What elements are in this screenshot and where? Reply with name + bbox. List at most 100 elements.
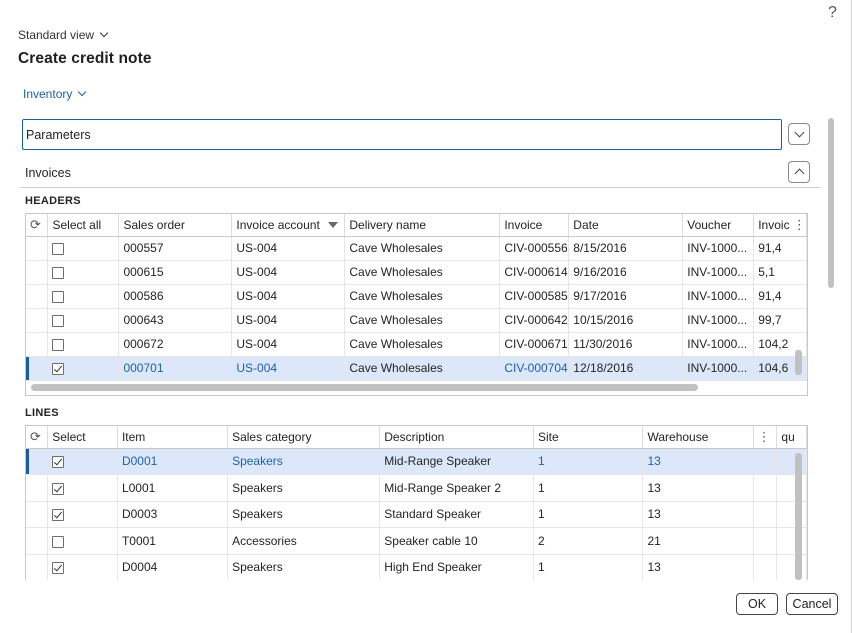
row-checkbox[interactable] [52, 535, 65, 548]
inventory-menu-button[interactable]: Inventory [23, 87, 87, 101]
panel-edge [851, 0, 852, 633]
column-header-select[interactable]: Select [47, 426, 118, 449]
cell-item: D0003 [117, 501, 229, 528]
row-checkbox[interactable] [52, 266, 65, 279]
cell-date: 8/15/2016 [568, 236, 684, 261]
row-checkbox[interactable] [52, 456, 65, 469]
cell-item: L0001 [117, 474, 229, 502]
row-checkbox[interactable] [52, 562, 65, 575]
ok-button[interactable]: OK [736, 593, 778, 615]
cell-warehouse: 13 [642, 501, 754, 528]
cell-warehouse: 13 [642, 554, 754, 580]
column-header-sales-category[interactable]: Sales category [227, 426, 381, 449]
column-header-invoice[interactable]: Invoice [499, 214, 570, 237]
chevron-down-icon [99, 28, 109, 38]
column-header-delivery-name[interactable]: Delivery name [344, 214, 501, 237]
column-header-date[interactable]: Date [568, 214, 684, 237]
more-options-icon[interactable]: ⋮ [793, 217, 806, 232]
cell-sales-order: 000557 [118, 236, 233, 261]
cell-invoice-account[interactable]: US-004 [231, 356, 346, 381]
column-header-warehouse[interactable]: Warehouse [642, 426, 754, 449]
row-checkbox[interactable] [52, 314, 65, 327]
cell-amount: 91,4 [753, 284, 807, 309]
cell-invoice[interactable]: CIV-000704 [499, 356, 570, 381]
cell-date: 9/17/2016 [568, 284, 684, 309]
invoices-collapse-button[interactable] [788, 161, 810, 183]
cell-voucher: INV-1000... [682, 260, 755, 285]
cell-invoice: CIV-000642 [499, 308, 570, 333]
table-row[interactable]: 000643 US-004 Cave Wholesales CIV-000642… [26, 308, 807, 333]
cell-invoice-account: US-004 [231, 332, 346, 357]
lines-vertical-scrollbar[interactable] [795, 453, 802, 580]
cell-site: 1 [533, 554, 644, 580]
table-row[interactable]: 000672 US-004 Cave Wholesales CIV-000671… [26, 332, 807, 357]
table-row[interactable]: D0003 Speakers Standard Speaker 1 13 [26, 501, 807, 528]
column-header-site[interactable]: Site [533, 426, 644, 449]
column-header-description[interactable]: Description [379, 426, 534, 449]
row-checkbox[interactable] [52, 338, 65, 351]
refresh-icon[interactable]: ⟳ [26, 426, 49, 449]
row-checkbox[interactable] [52, 242, 65, 255]
invoices-section-header[interactable]: Invoices [25, 166, 71, 180]
headers-grid: ⟳ Select all Sales order Invoice account… [25, 213, 808, 396]
cell-sales-category: Speakers [227, 474, 381, 502]
page-vertical-scrollbar[interactable] [828, 118, 834, 288]
cell-description: Standard Speaker [379, 501, 534, 528]
cell-invoice: CIV-000614 [499, 260, 570, 285]
lines-table: ⟳ Select Item Sales category Description… [26, 426, 807, 580]
cell-sales-order: 000643 [118, 308, 233, 333]
more-options-icon[interactable]: ⋮ [753, 426, 778, 449]
column-header-select-all[interactable]: Select all [47, 214, 120, 237]
table-row[interactable]: 000557 US-004 Cave Wholesales CIV-000556… [26, 236, 807, 261]
table-row[interactable]: T0001 Accessories Speaker cable 10 2 21 [26, 527, 807, 555]
chevron-down-icon [78, 87, 87, 97]
filter-icon[interactable] [327, 221, 338, 228]
headers-label: HEADERS [25, 195, 81, 207]
cell-amount: 99,7 [753, 308, 807, 333]
cell-date: 9/16/2016 [568, 260, 684, 285]
column-header-quantity[interactable]: qu [776, 426, 807, 449]
cell-item[interactable]: D0001 [117, 448, 229, 475]
cell-sales-order[interactable]: 000701 [118, 356, 233, 381]
column-header-item[interactable]: Item [117, 426, 229, 449]
cell-sales-order: 000586 [118, 284, 233, 309]
cell-voucher: INV-1000... [682, 308, 755, 333]
cell-description: Speaker cable 10 [379, 527, 534, 555]
headers-horizontal-scrollbar[interactable] [31, 384, 698, 391]
row-checkbox[interactable] [52, 362, 65, 375]
cell-voucher: INV-1000... [682, 236, 755, 261]
cell-sales-category[interactable]: Speakers [227, 448, 381, 475]
help-icon[interactable]: ? [828, 4, 837, 22]
table-row-selected[interactable]: D0001 Speakers Mid-Range Speaker 1 13 [26, 448, 807, 475]
table-row[interactable]: L0001 Speakers Mid-Range Speaker 2 1 13 [26, 474, 807, 502]
headers-vertical-scrollbar[interactable] [795, 350, 802, 375]
cell-site: 1 [533, 474, 644, 502]
column-header-sales-order[interactable]: Sales order [118, 214, 233, 237]
cell-invoice-account: US-004 [231, 260, 346, 285]
cell-site[interactable]: 1 [533, 448, 644, 475]
cancel-button[interactable]: Cancel [786, 593, 838, 615]
column-header-invoice-account[interactable]: Invoice account [231, 214, 346, 237]
parameters-expand-button[interactable] [788, 123, 810, 145]
refresh-icon[interactable]: ⟳ [26, 214, 49, 237]
cell-voucher: INV-1000... [682, 332, 755, 357]
column-header-invoice-amount[interactable]: Invoic ⋮ [753, 214, 807, 237]
cell-date: 10/15/2016 [568, 308, 684, 333]
cell-invoice-account: US-004 [231, 236, 346, 261]
table-row[interactable]: 000586 US-004 Cave Wholesales CIV-000585… [26, 284, 807, 309]
lines-label: LINES [25, 407, 59, 419]
table-row[interactable]: D0004 Speakers High End Speaker 1 13 [26, 554, 807, 580]
column-header-voucher[interactable]: Voucher [682, 214, 755, 237]
table-row[interactable]: 000615 US-004 Cave Wholesales CIV-000614… [26, 260, 807, 285]
parameters-section-header[interactable]: Parameters [22, 119, 782, 150]
row-checkbox[interactable] [52, 482, 65, 495]
row-checkbox[interactable] [52, 509, 65, 522]
cell-delivery-name: Cave Wholesales [344, 260, 501, 285]
headers-table: ⟳ Select all Sales order Invoice account… [26, 214, 807, 381]
cell-warehouse[interactable]: 13 [642, 448, 754, 475]
view-selector[interactable]: Standard view [18, 28, 109, 42]
cell-amount: 5,1 [753, 260, 807, 285]
cell-description: Mid-Range Speaker 2 [379, 474, 534, 502]
row-checkbox[interactable] [52, 290, 65, 303]
table-row-selected[interactable]: 000701 US-004 Cave Wholesales CIV-000704… [26, 356, 807, 381]
